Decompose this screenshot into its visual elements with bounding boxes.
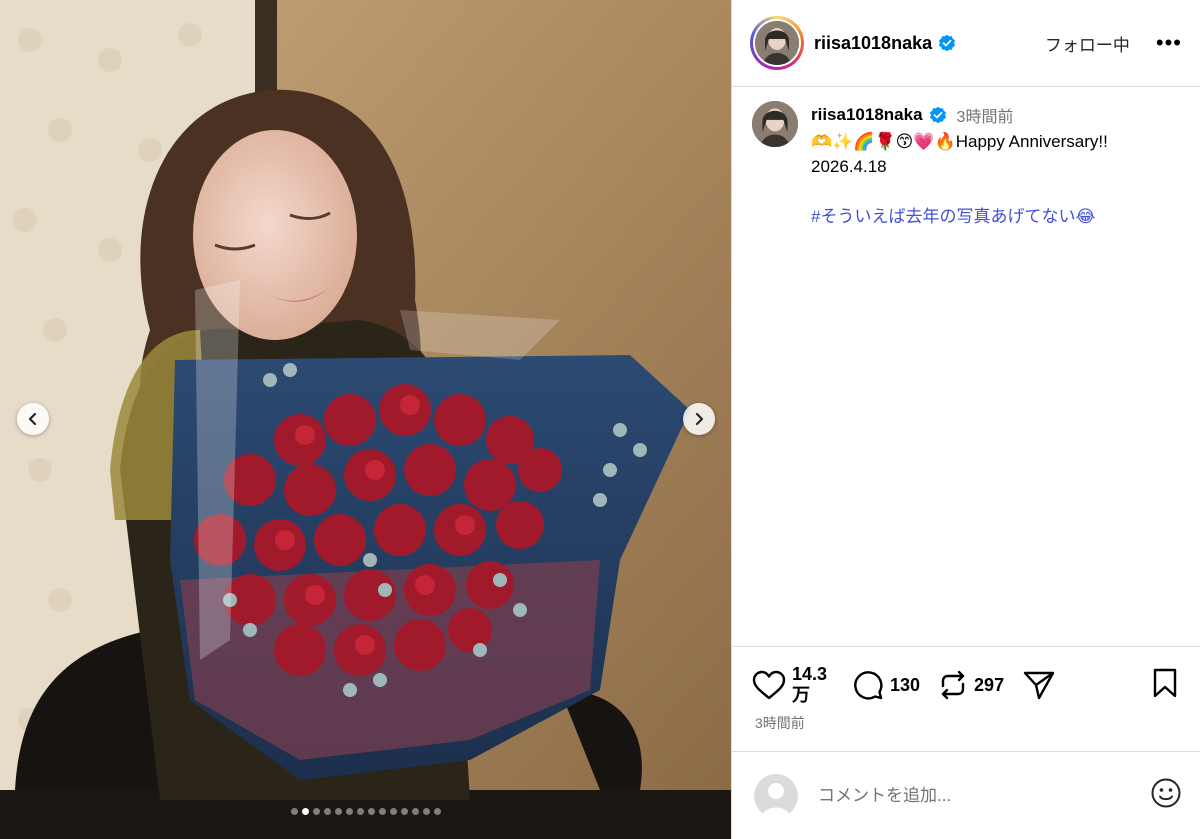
comment-composer — [732, 751, 1200, 839]
carousel-dot — [422, 808, 430, 815]
repost-count: 297 — [974, 674, 1005, 695]
post-sidebar: riisa1018naka フォロー中 ••• riisa1018naka 3時… — [732, 0, 1200, 839]
caption-date: 2026.4.18 — [811, 157, 887, 176]
carousel-dot — [323, 808, 331, 815]
like-count: 14.3 万 — [792, 664, 828, 705]
caption-timestamp: 3時間前 — [956, 109, 1014, 126]
verified-badge-icon — [929, 106, 947, 124]
post-media — [0, 0, 731, 839]
caption-hashtag[interactable]: #そういえば去年の写真あげてない😂 — [811, 204, 1181, 229]
save-button[interactable] — [1152, 668, 1178, 703]
comment-count: 130 — [890, 674, 921, 695]
carousel-dot — [411, 808, 419, 815]
comment-bubble-icon — [854, 671, 883, 700]
comment-input[interactable] — [818, 785, 1150, 806]
carousel-dot — [334, 808, 342, 815]
emoji-picker-button[interactable] — [1150, 777, 1182, 814]
carousel-dot — [400, 808, 408, 815]
bookmark-icon — [1153, 668, 1177, 697]
repost-icon — [941, 670, 965, 700]
like-button[interactable]: 14.3 万 — [752, 664, 834, 706]
caption-username[interactable]: riisa1018naka — [811, 105, 923, 125]
carousel-dot — [312, 808, 320, 815]
carousel-dot — [345, 808, 353, 815]
post-caption: riisa1018naka 3時間前 🫶✨🌈🌹😙💗🔥Happy Annivers… — [732, 87, 1200, 229]
post-header: riisa1018naka フォロー中 ••• — [732, 0, 1200, 87]
emoji-icon — [1151, 778, 1181, 808]
post-timestamp: 3時間前 — [755, 715, 805, 731]
following-button[interactable]: フォロー中 — [1045, 31, 1130, 56]
carousel-dot — [290, 808, 298, 815]
heart-icon — [752, 670, 786, 700]
carousel-dot — [389, 808, 397, 815]
send-icon — [1023, 671, 1055, 700]
carousel-indicator — [0, 808, 731, 815]
carousel-dot — [367, 808, 375, 815]
verified-badge-icon — [938, 34, 956, 52]
repost-button[interactable]: 297 — [938, 669, 1004, 701]
post-photo — [0, 0, 731, 839]
comment-button[interactable]: 130 — [852, 669, 920, 701]
carousel-dot — [378, 808, 386, 815]
user-avatar — [754, 773, 798, 818]
caption-avatar[interactable] — [752, 101, 798, 147]
more-options-icon[interactable]: ••• — [1156, 32, 1182, 54]
header-avatar[interactable] — [750, 16, 804, 70]
post-actions: 14.3 万 130 297 3時間前 — [732, 646, 1200, 733]
share-button[interactable] — [1022, 669, 1056, 701]
chevron-right-icon — [695, 412, 704, 426]
carousel-dot — [433, 808, 441, 815]
carousel-dot — [301, 808, 309, 815]
caption-text: 🫶✨🌈🌹😙💗🔥Happy Anniversary!! — [811, 132, 1108, 151]
carousel-prev-button[interactable] — [17, 403, 49, 435]
header-username[interactable]: riisa1018naka — [814, 33, 932, 54]
carousel-next-button[interactable] — [683, 403, 715, 435]
carousel-dot — [356, 808, 364, 815]
chevron-left-icon — [28, 412, 37, 426]
